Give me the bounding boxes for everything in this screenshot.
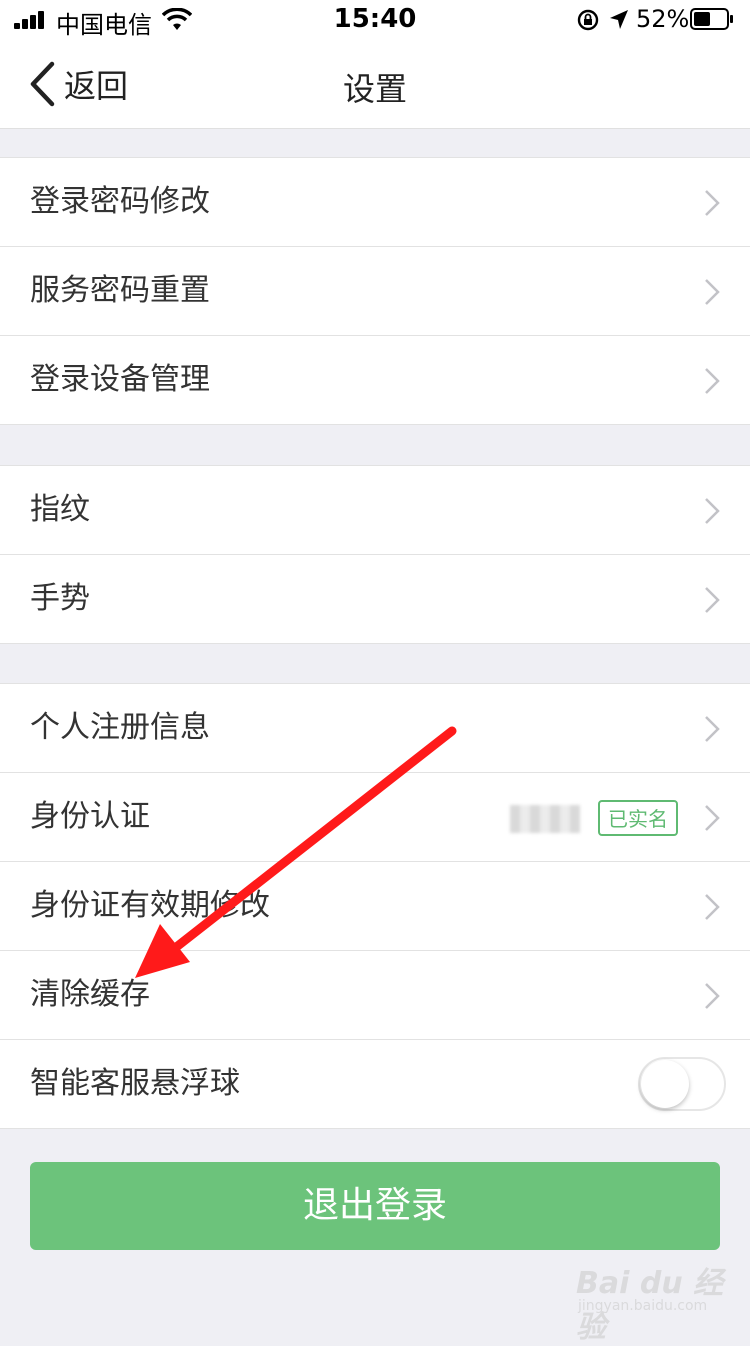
- chevron-right-icon: [705, 805, 720, 831]
- row-label: 清除缓存: [30, 977, 150, 1012]
- row-label: 指纹: [30, 492, 90, 527]
- row-label: 身份证有效期修改: [30, 888, 270, 923]
- settings-row-floating-assistant: 智能客服悬浮球: [0, 1040, 750, 1128]
- verified-badge: 已实名: [598, 800, 678, 836]
- row-label: 个人注册信息: [30, 710, 210, 745]
- location-arrow-icon: [610, 10, 628, 29]
- settings-row-login-password[interactable]: 登录密码修改: [0, 158, 750, 247]
- status-bar: 中国电信 15:40 52%: [0, 0, 750, 40]
- settings-row-identity-verification[interactable]: 身份认证 已实名: [0, 773, 750, 862]
- chevron-right-icon: [705, 983, 720, 1009]
- settings-row-clear-cache[interactable]: 清除缓存: [0, 951, 750, 1040]
- chevron-right-icon: [705, 716, 720, 742]
- settings-row-registration-info[interactable]: 个人注册信息: [0, 684, 750, 773]
- chevron-right-icon: [705, 587, 720, 613]
- watermark-url: jingyan.baidu.com: [578, 1298, 708, 1314]
- settings-row-fingerprint[interactable]: 指纹: [0, 466, 750, 555]
- baidu-jingyan-watermark: Bai du 经验 jingyan.baidu.com: [574, 1252, 724, 1345]
- masked-name: [510, 805, 580, 833]
- logout-button[interactable]: 退出登录: [30, 1162, 720, 1250]
- floating-assistant-toggle[interactable]: [638, 1057, 726, 1111]
- row-label: 服务密码重置: [30, 273, 210, 308]
- chevron-right-icon: [705, 498, 720, 524]
- row-label: 手势: [30, 581, 90, 616]
- row-label: 登录密码修改: [30, 184, 210, 219]
- biometric-group: 指纹 手势: [0, 465, 750, 644]
- account-group: 个人注册信息 身份认证 已实名 身份证有效期修改 清除缓存 智能客服悬浮球: [0, 683, 750, 1129]
- battery-percent: 52%: [636, 5, 690, 33]
- settings-row-id-expiry[interactable]: 身份证有效期修改: [0, 862, 750, 951]
- settings-row-service-password[interactable]: 服务密码重置: [0, 247, 750, 336]
- page-title: 设置: [342, 70, 407, 108]
- chevron-right-icon: [705, 368, 720, 394]
- orientation-lock-icon: [577, 9, 599, 31]
- chevron-right-icon: [705, 279, 720, 305]
- settings-row-gesture[interactable]: 手势: [0, 555, 750, 643]
- row-label: 智能客服悬浮球: [30, 1066, 240, 1101]
- chevron-right-icon: [705, 190, 720, 216]
- row-label: 身份认证: [30, 799, 150, 834]
- row-label: 登录设备管理: [30, 362, 210, 397]
- battery-icon: [690, 8, 733, 30]
- settings-row-login-devices[interactable]: 登录设备管理: [0, 336, 750, 424]
- chevron-right-icon: [705, 894, 720, 920]
- toggle-knob: [641, 1060, 689, 1108]
- security-group: 登录密码修改 服务密码重置 登录设备管理: [0, 157, 750, 425]
- nav-bar: 返回 设置: [0, 40, 750, 129]
